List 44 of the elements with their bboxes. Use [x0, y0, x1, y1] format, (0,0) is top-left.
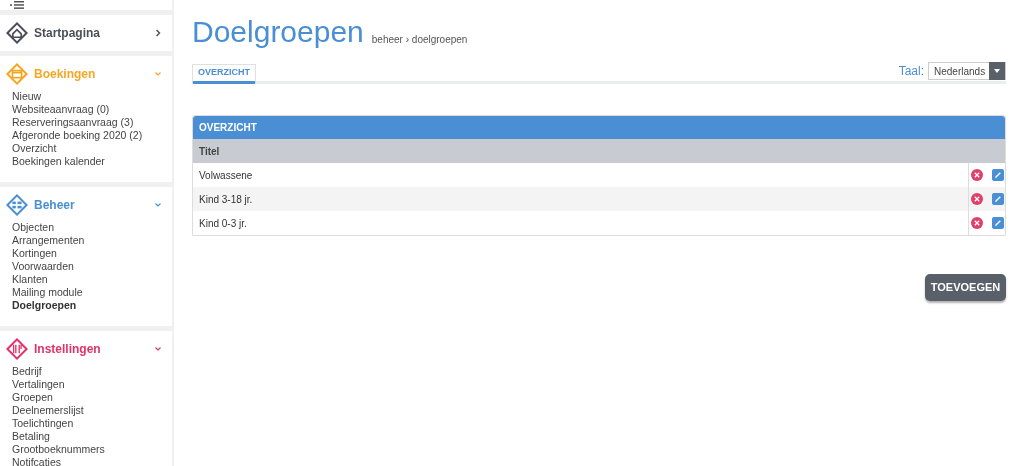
delete-icon[interactable] — [970, 217, 983, 229]
edit-icon[interactable] — [991, 169, 1004, 181]
sidebar-link[interactable]: Bedrijf — [12, 365, 166, 378]
page-title: Doelgroepen — [192, 14, 364, 50]
language-label: Taal: — [898, 63, 924, 80]
caret-icon — [994, 69, 1000, 73]
sidebar-link[interactable]: Boekingen kalender — [12, 155, 166, 168]
panel-header: OVERZICHT — [193, 116, 1005, 139]
edit-icon[interactable] — [991, 193, 1004, 205]
chevron-right-icon[interactable] — [154, 29, 162, 37]
edit-icon[interactable] — [991, 217, 1004, 229]
sidebar-link[interactable]: Voorwaarden — [12, 260, 166, 273]
delete-icon[interactable] — [970, 193, 983, 205]
add-button[interactable]: TOEVOEGEN — [925, 274, 1006, 301]
sidebar-link[interactable]: Websiteaanvraag (0) — [12, 103, 166, 116]
sidebar-link[interactable]: Deelnemerslijst — [12, 404, 166, 417]
sidebar-link[interactable]: Toelichtingen — [12, 417, 166, 430]
sidebar-link[interactable]: Groepen — [12, 391, 166, 404]
sidebar-link[interactable]: Afgeronde boeking 2020 (2) — [12, 129, 166, 142]
sidebar-link[interactable]: Reserveringsaanvraag (3) — [12, 116, 166, 129]
table-cell-text: Volwassene — [198, 168, 254, 183]
sidebar-link[interactable]: Nieuw — [12, 90, 166, 103]
column-header: Titel — [198, 144, 221, 159]
table-cell-text: Kind 3-18 jr. — [198, 192, 254, 207]
sidebar-link[interactable]: Kortingen — [12, 247, 166, 260]
breadcrumb: beheer › doelgroepen — [371, 33, 468, 47]
delete-icon[interactable] — [970, 169, 983, 181]
sidebar-link[interactable]: Arrangementen — [12, 234, 166, 247]
sidebar-section[interactable]: Instellingen — [34, 340, 148, 358]
table-cell-text: Kind 0-3 jr. — [198, 216, 248, 231]
sidebar-link[interactable]: Overzicht — [12, 142, 166, 155]
sidebar-link[interactable]: Objecten — [12, 221, 166, 234]
menu-icon[interactable] — [10, 0, 24, 10]
sidebar-link[interactable]: Grootboeknummers — [12, 443, 166, 456]
sidebar-link[interactable]: Notifcaties — [12, 456, 166, 466]
chevron-down-icon[interactable] — [154, 345, 162, 353]
sidebar-link[interactable]: Betaling — [12, 430, 166, 443]
sidebar-link[interactable]: Mailing module — [12, 286, 166, 299]
tab[interactable]: OVERZICHT — [192, 64, 256, 84]
chevron-down-icon[interactable] — [154, 201, 162, 209]
sidebar-link[interactable]: Vertalingen — [12, 378, 166, 391]
sidebar-link[interactable]: Doelgroepen — [12, 299, 166, 312]
sidebar-link[interactable]: Klanten — [12, 273, 166, 286]
language-dropdown[interactable]: Nederlands — [928, 62, 1006, 80]
